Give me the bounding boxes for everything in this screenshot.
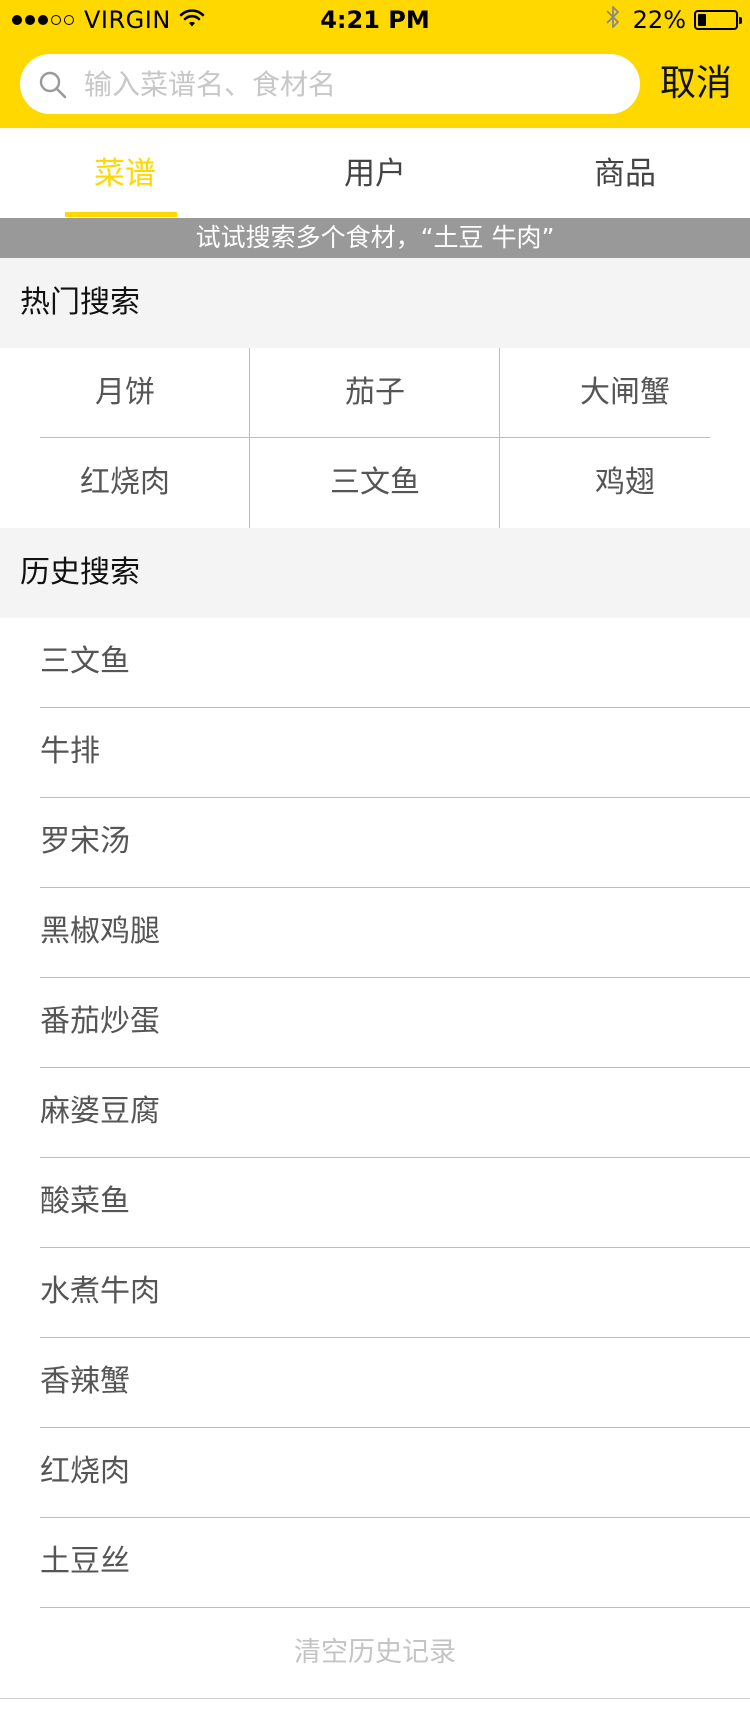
history-item-label: 红烧肉: [40, 1454, 130, 1489]
cancel-button[interactable]: 取消: [660, 60, 732, 108]
hot-search-grid: 月饼 茄子 大闸蟹 红烧肉 三文鱼 鸡翅: [0, 348, 750, 528]
history-item[interactable]: 三文鱼: [0, 618, 750, 708]
tab-products[interactable]: 商品: [500, 128, 750, 218]
history-item[interactable]: 水煮牛肉: [0, 1248, 750, 1338]
history-item[interactable]: 黑椒鸡腿: [0, 888, 750, 978]
history-item[interactable]: 麻婆豆腐: [0, 1068, 750, 1158]
search-input[interactable]: [76, 60, 632, 108]
hot-search-title: 热门搜索: [20, 285, 140, 320]
history-title: 历史搜索: [20, 555, 140, 590]
grid-divider: [40, 437, 710, 438]
history-item[interactable]: 酸菜鱼: [0, 1158, 750, 1248]
search-bar[interactable]: [20, 54, 640, 114]
history-item-label: 黑椒鸡腿: [40, 914, 160, 949]
hot-search-item[interactable]: 三文鱼: [250, 438, 500, 528]
search-icon: [38, 70, 68, 100]
history-header: 历史搜索: [0, 528, 750, 618]
history-item-label: 番茄炒蛋: [40, 1004, 160, 1039]
history-item-label: 罗宋汤: [40, 824, 130, 859]
tab-bar: 菜谱 用户 商品: [0, 128, 750, 218]
history-item-label: 土豆丝: [40, 1544, 130, 1579]
history-item[interactable]: 香辣蟹: [0, 1338, 750, 1428]
clear-history-button[interactable]: 清空历史记录: [0, 1608, 750, 1698]
history-item[interactable]: 牛排: [0, 708, 750, 798]
status-right: 22%: [605, 4, 742, 36]
history-item[interactable]: 罗宋汤: [0, 798, 750, 888]
history-item-label: 水煮牛肉: [40, 1274, 160, 1309]
search-hint: 试试搜索多个食材，“土豆 牛肉”: [0, 218, 750, 258]
battery-cap: [739, 17, 742, 24]
battery-icon: [694, 10, 742, 30]
history-item-label: 香辣蟹: [40, 1364, 130, 1399]
hot-search-item[interactable]: 月饼: [0, 348, 250, 438]
history-item-label: 酸菜鱼: [40, 1184, 130, 1219]
history-item[interactable]: 土豆丝: [0, 1518, 750, 1608]
active-tab-indicator: [65, 212, 177, 217]
bluetooth-icon: [605, 4, 621, 36]
battery-level: [698, 14, 706, 26]
tab-users[interactable]: 用户: [250, 128, 500, 218]
battery-percent: 22%: [632, 6, 686, 34]
history-list: 三文鱼 牛排 罗宋汤 黑椒鸡腿 番茄炒蛋 麻婆豆腐 酸菜鱼 水煮牛肉 香辣蟹 红…: [0, 618, 750, 1608]
history-item[interactable]: 番茄炒蛋: [0, 978, 750, 1068]
history-item[interactable]: 红烧肉: [0, 1428, 750, 1518]
search-page: VIRGIN 4:21 PM 22% 输入菜谱名、食材名 取消 菜谱 用户 商品…: [0, 0, 750, 1710]
history-item-label: 三文鱼: [40, 644, 130, 679]
bottom-divider: [0, 1698, 750, 1699]
grid-divider: [499, 348, 500, 528]
hot-search-item[interactable]: 红烧肉: [0, 438, 250, 528]
hot-search-header: 热门搜索: [0, 258, 750, 348]
hot-search-item[interactable]: 茄子: [250, 348, 500, 438]
hot-search-item[interactable]: 大闸蟹: [500, 348, 750, 438]
history-item-label: 麻婆豆腐: [40, 1094, 160, 1129]
history-item-label: 牛排: [40, 734, 100, 769]
grid-divider: [249, 348, 250, 528]
hot-search-item[interactable]: 鸡翅: [500, 438, 750, 528]
status-bar: VIRGIN 4:21 PM 22%: [0, 0, 750, 40]
tab-recipes[interactable]: 菜谱: [0, 128, 250, 218]
search-header: VIRGIN 4:21 PM 22% 输入菜谱名、食材名 取消: [0, 0, 750, 128]
